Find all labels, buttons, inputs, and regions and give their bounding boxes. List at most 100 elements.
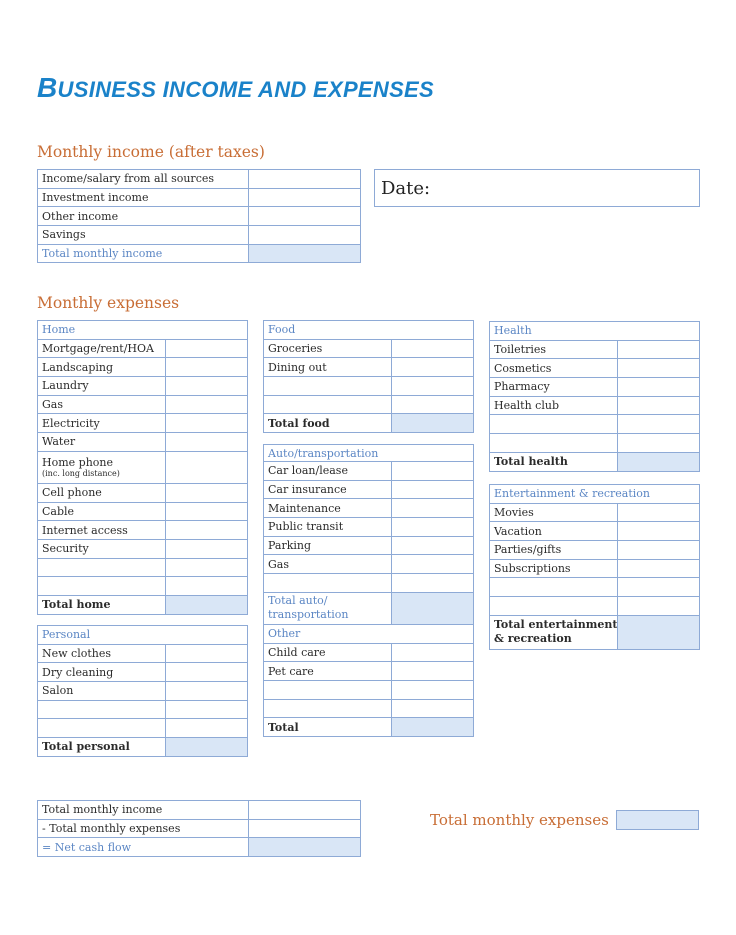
total-health-field[interactable] bbox=[617, 451, 700, 472]
pet-care-field[interactable] bbox=[390, 661, 475, 682]
other-income-field[interactable] bbox=[248, 206, 361, 227]
parking-field[interactable] bbox=[390, 535, 475, 556]
food-blank-label[interactable] bbox=[263, 394, 392, 415]
entertainment-blank-label[interactable] bbox=[489, 596, 618, 616]
summary-expenses-field[interactable] bbox=[248, 818, 361, 839]
health-total-label: Total health bbox=[489, 451, 618, 472]
net-cash-flow-field[interactable] bbox=[248, 837, 361, 858]
total-monthly-expenses-field[interactable] bbox=[616, 810, 699, 830]
other-blank-field[interactable] bbox=[390, 680, 475, 700]
personal-row-label: Salon bbox=[37, 681, 166, 701]
health-blank-field[interactable] bbox=[617, 414, 700, 435]
dry-cleaning-field[interactable] bbox=[164, 662, 249, 683]
internet-field[interactable] bbox=[165, 520, 248, 540]
total-auto-field[interactable] bbox=[390, 591, 475, 625]
electricity-field[interactable] bbox=[165, 413, 248, 434]
summary-income-field[interactable] bbox=[248, 800, 361, 820]
entertainment-header: Entertainment & recreation bbox=[488, 484, 701, 504]
personal-blank-label[interactable] bbox=[37, 699, 166, 720]
investment-income-field[interactable] bbox=[248, 187, 361, 208]
cosmetics-field[interactable] bbox=[617, 358, 700, 379]
auto-row-label: Public transit bbox=[263, 517, 392, 537]
salon-field[interactable] bbox=[164, 681, 249, 701]
total-food-field[interactable] bbox=[390, 413, 475, 434]
home-blank-label[interactable] bbox=[37, 557, 166, 578]
mortgage-field[interactable] bbox=[165, 338, 248, 359]
health-blank-field[interactable] bbox=[617, 433, 700, 453]
car-loan-field[interactable] bbox=[390, 461, 475, 481]
entertainment-row-label: Subscriptions bbox=[489, 558, 618, 579]
home-gas-field[interactable] bbox=[165, 394, 248, 415]
health-club-field[interactable] bbox=[617, 395, 700, 416]
home-row-label: Gas bbox=[37, 394, 166, 415]
food-blank-label[interactable] bbox=[263, 376, 392, 396]
parties-gifts-field[interactable] bbox=[616, 540, 701, 560]
personal-blank-field[interactable] bbox=[164, 718, 249, 739]
vacation-field[interactable] bbox=[616, 521, 701, 542]
car-insurance-field[interactable] bbox=[390, 479, 475, 500]
personal-table: Personal New clothes Dry cleaning Salon … bbox=[36, 625, 249, 757]
auto-blank-field[interactable] bbox=[390, 573, 475, 593]
health-blank-label[interactable] bbox=[489, 433, 618, 453]
income-salary-field[interactable] bbox=[248, 169, 361, 189]
pharmacy-field[interactable] bbox=[617, 377, 700, 397]
total-monthly-income-field[interactable] bbox=[248, 243, 361, 264]
health-blank-label[interactable] bbox=[489, 414, 618, 435]
movies-field[interactable] bbox=[616, 502, 701, 523]
income-table: Income/salary from all sources Investmen… bbox=[37, 169, 361, 264]
security-field[interactable] bbox=[165, 538, 248, 559]
expenses-heading: Monthly expenses bbox=[37, 294, 180, 312]
health-table: Health Toiletries Cosmetics Pharmacy Hea… bbox=[489, 321, 700, 472]
home-blank-label[interactable] bbox=[37, 576, 166, 596]
other-blank-label[interactable] bbox=[263, 698, 392, 719]
home-blank-field[interactable] bbox=[165, 576, 248, 596]
entertainment-blank-label[interactable] bbox=[489, 577, 618, 598]
health-header: Health bbox=[489, 321, 700, 341]
cable-field[interactable] bbox=[165, 501, 248, 522]
other-blank-field[interactable] bbox=[390, 698, 475, 719]
laundry-field[interactable] bbox=[165, 376, 248, 396]
home-phone-field[interactable] bbox=[165, 450, 248, 484]
auto-gas-field[interactable] bbox=[390, 554, 475, 575]
date-field[interactable]: Date: bbox=[374, 169, 700, 207]
other-header: Other bbox=[262, 624, 475, 644]
home-phone-label: Home phone (inc. long distance) bbox=[37, 450, 166, 484]
title-first-letter: B bbox=[37, 72, 58, 103]
toiletries-field[interactable] bbox=[617, 339, 700, 360]
entertainment-blank-field[interactable] bbox=[616, 577, 701, 598]
home-blank-field[interactable] bbox=[165, 557, 248, 578]
public-transit-field[interactable] bbox=[390, 517, 475, 537]
new-clothes-field[interactable] bbox=[164, 643, 249, 664]
total-other-field[interactable] bbox=[390, 717, 475, 738]
auto-row-label: Car insurance bbox=[263, 479, 392, 500]
entertainment-total-line2: & recreation bbox=[494, 632, 572, 646]
child-care-field[interactable] bbox=[390, 642, 475, 663]
total-home-field[interactable] bbox=[165, 594, 248, 615]
subscriptions-field[interactable] bbox=[616, 558, 701, 579]
total-entertainment-field[interactable] bbox=[616, 614, 701, 650]
food-row-label: Groceries bbox=[263, 338, 392, 359]
maintenance-field[interactable] bbox=[390, 498, 475, 519]
personal-blank-field[interactable] bbox=[164, 699, 249, 720]
food-blank-field[interactable] bbox=[390, 394, 475, 415]
auto-total-label: Total auto/ transportation bbox=[263, 591, 392, 625]
other-blank-label[interactable] bbox=[263, 680, 392, 700]
summary-row-label: - Total monthly expenses bbox=[37, 818, 249, 839]
food-blank-field[interactable] bbox=[390, 376, 475, 396]
entertainment-row-label: Vacation bbox=[489, 521, 618, 542]
personal-header: Personal bbox=[36, 625, 249, 645]
auto-blank-label[interactable] bbox=[263, 573, 392, 593]
entertainment-blank-field[interactable] bbox=[616, 596, 701, 616]
groceries-field[interactable] bbox=[390, 338, 475, 359]
personal-blank-label[interactable] bbox=[37, 718, 166, 739]
savings-field[interactable] bbox=[248, 225, 361, 245]
dining-out-field[interactable] bbox=[390, 357, 475, 378]
home-header: Home bbox=[37, 320, 248, 340]
income-heading: Monthly income (after taxes) bbox=[37, 143, 265, 161]
cell-phone-field[interactable] bbox=[165, 482, 248, 503]
water-field[interactable] bbox=[165, 432, 248, 452]
landscaping-field[interactable] bbox=[165, 357, 248, 378]
other-total-label: Total bbox=[263, 717, 392, 738]
home-row-label: Security bbox=[37, 538, 166, 559]
total-personal-field[interactable] bbox=[164, 737, 249, 757]
